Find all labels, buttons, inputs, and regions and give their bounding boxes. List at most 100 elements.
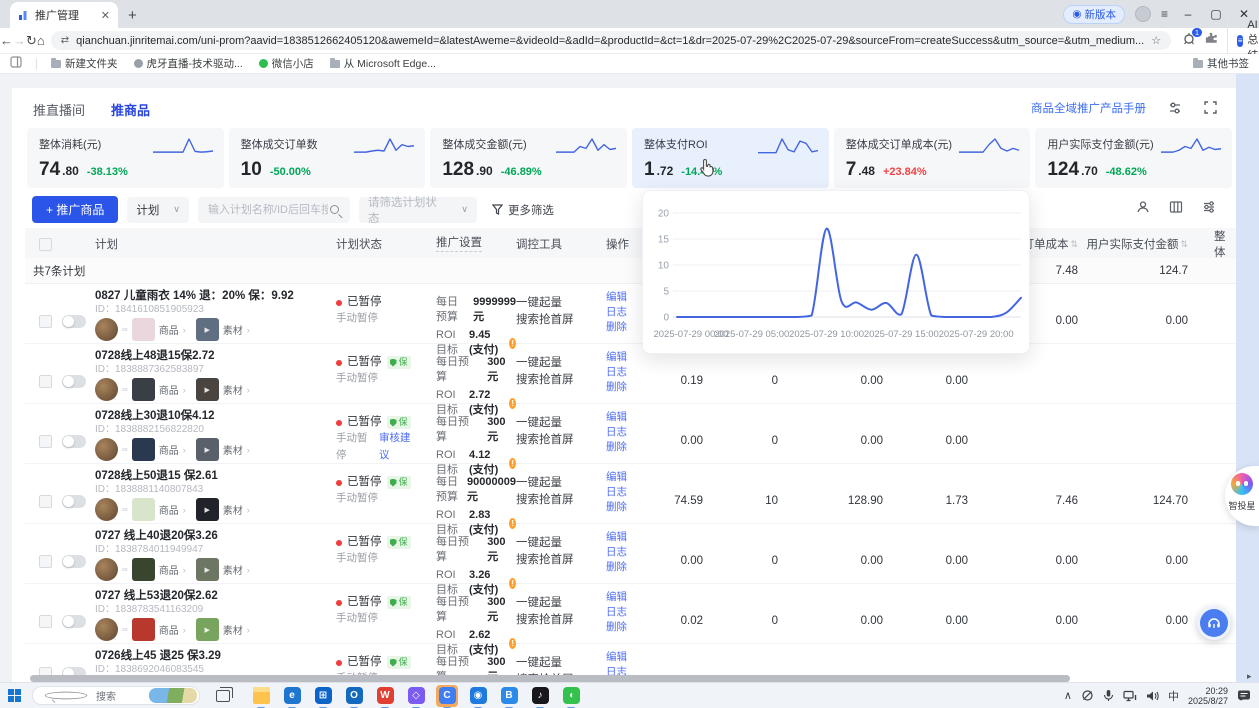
dev-tool-taskbar-icon[interactable]: B: [498, 685, 520, 707]
edit-link[interactable]: 编辑: [606, 590, 644, 605]
one-key-boost-link[interactable]: 一键起量: [516, 475, 596, 492]
columns-icon[interactable]: [1169, 200, 1183, 214]
search-top-screen-link[interactable]: 搜索抢首屏: [516, 492, 596, 509]
search-icon[interactable]: [330, 205, 339, 214]
horizontal-scrollbar-thumb[interactable]: [30, 675, 1070, 682]
delete-link[interactable]: 删除: [606, 620, 644, 635]
extensions-puzzle-icon[interactable]: [1205, 32, 1218, 50]
material-label[interactable]: 素材: [223, 382, 243, 397]
delete-link[interactable]: 删除: [606, 500, 644, 515]
new-tab-button[interactable]: +: [128, 7, 137, 24]
microphone-icon[interactable]: [1103, 689, 1114, 702]
product-thumbnail[interactable]: [132, 558, 155, 581]
material-label[interactable]: 素材: [223, 442, 243, 457]
new-version-badge[interactable]: ◉新版本: [1063, 5, 1125, 24]
material-label[interactable]: 素材: [223, 322, 243, 337]
one-key-boost-link[interactable]: 一键起量: [516, 295, 596, 312]
account-avatar[interactable]: [95, 498, 118, 521]
custom-user-column-icon[interactable]: [1136, 200, 1150, 214]
product-label[interactable]: 商品: [159, 322, 179, 337]
bookmark-item[interactable]: 微信小店: [259, 56, 314, 71]
plan-name[interactable]: 0726线上45 退25 保3.29: [95, 649, 312, 663]
plan-search-input[interactable]: [206, 203, 330, 217]
plan-enable-toggle[interactable]: [62, 375, 86, 388]
plan-name[interactable]: 0728线上30退10保4.12: [95, 409, 312, 423]
row-checkbox[interactable]: [39, 315, 52, 328]
settings-sliders-icon[interactable]: [1168, 101, 1182, 115]
browser-menu-icon[interactable]: ≡: [1161, 7, 1169, 21]
product-thumbnail[interactable]: [132, 438, 155, 461]
material-thumbnail[interactable]: ▶: [196, 378, 219, 401]
plan-name[interactable]: 0727 线上53退20保2.62: [95, 589, 312, 603]
product-thumbnail[interactable]: [132, 618, 155, 641]
metric-card-4[interactable]: 整体成交订单成本(元)7.48+23.84%: [834, 128, 1031, 188]
side-panel-icon[interactable]: [10, 55, 22, 73]
log-link[interactable]: 日志: [606, 305, 644, 320]
edit-link[interactable]: 编辑: [606, 290, 644, 305]
metric-card-1[interactable]: 整体成交订单数10-50.00%: [229, 128, 426, 188]
row-checkbox[interactable]: [39, 615, 52, 628]
plan-enable-toggle[interactable]: [62, 315, 86, 328]
material-label[interactable]: 素材: [223, 622, 243, 637]
app-purple-taskbar-icon[interactable]: ◇: [405, 685, 427, 707]
account-avatar[interactable]: [95, 558, 118, 581]
start-button[interactable]: [8, 689, 22, 703]
header-metric-5[interactable]: 用户实际支付金额⇅: [1084, 236, 1194, 252]
file-explorer-taskbar-icon[interactable]: [250, 685, 272, 707]
log-link[interactable]: 日志: [606, 365, 644, 380]
search-top-screen-link[interactable]: 搜索抢首屏: [516, 432, 596, 449]
active-browser-taskbar-icon[interactable]: C: [436, 685, 458, 707]
row-checkbox[interactable]: [39, 375, 52, 388]
plan-name[interactable]: 0728线上50退15 保2.61: [95, 469, 312, 483]
row-checkbox[interactable]: [39, 555, 52, 568]
outlook-taskbar-icon[interactable]: O: [343, 685, 365, 707]
help-floating-button[interactable]: [1197, 606, 1231, 640]
tray-expand-icon[interactable]: ∧: [1064, 689, 1072, 702]
table-settings-icon[interactable]: [1202, 200, 1216, 214]
product-thumbnail[interactable]: [132, 498, 155, 521]
delete-link[interactable]: 删除: [606, 380, 644, 395]
one-key-boost-link[interactable]: 一键起量: [516, 595, 596, 612]
material-label[interactable]: 素材: [223, 562, 243, 577]
browser-tab[interactable]: 推广管理 ✕: [10, 2, 118, 28]
delete-link[interactable]: 删除: [606, 320, 644, 335]
scroll-right-arrow-icon[interactable]: ▸: [1247, 671, 1252, 682]
more-filters-button[interactable]: 更多筛选: [492, 202, 554, 218]
product-thumbnail[interactable]: [132, 378, 155, 401]
promote-product-button[interactable]: + 推广商品: [32, 196, 118, 223]
metric-card-2[interactable]: 整体成交金额(元)128.90-46.89%: [430, 128, 627, 188]
plan-name[interactable]: 0727 线上40退20保3.26: [95, 529, 312, 543]
edge-browser-taskbar-icon[interactable]: e: [281, 685, 303, 707]
select-all-checkbox[interactable]: [39, 238, 52, 251]
search-top-screen-link[interactable]: 搜索抢首屏: [516, 612, 596, 629]
material-thumbnail[interactable]: ▶: [196, 558, 219, 581]
browser-avatar[interactable]: [1135, 6, 1151, 22]
search-top-screen-link[interactable]: 搜索抢首屏: [516, 312, 596, 329]
page-tab-live-room[interactable]: 推直播间: [33, 100, 85, 119]
microsoft-store-taskbar-icon[interactable]: ⊞: [312, 685, 334, 707]
row-checkbox[interactable]: [39, 495, 52, 508]
review-suggestion-link[interactable]: 审核建议: [379, 430, 416, 464]
one-key-boost-link[interactable]: 一键起量: [516, 415, 596, 432]
one-key-boost-link[interactable]: 一键起量: [516, 355, 596, 372]
wps-office-taskbar-icon[interactable]: W: [374, 685, 396, 707]
taskbar-search[interactable]: 搜索: [32, 686, 200, 705]
bookmark-item[interactable]: 虎牙直播-技术驱动...: [134, 56, 243, 71]
app-blue-dot-taskbar-icon[interactable]: ◉: [467, 685, 489, 707]
product-label[interactable]: 商品: [159, 622, 179, 637]
bookmark-star-icon[interactable]: ☆: [1151, 34, 1161, 47]
edit-link[interactable]: 编辑: [606, 470, 644, 485]
product-thumbnail[interactable]: [132, 318, 155, 341]
plan-search-box[interactable]: [198, 197, 350, 223]
log-link[interactable]: 日志: [606, 605, 644, 620]
material-thumbnail[interactable]: ▶: [196, 438, 219, 461]
notification-center-icon[interactable]: [1237, 689, 1251, 702]
touchpad-off-icon[interactable]: [1081, 689, 1094, 702]
plan-status-select[interactable]: 请筛选计划状态∨: [359, 197, 477, 223]
product-label[interactable]: 商品: [159, 502, 179, 517]
plan-enable-toggle[interactable]: [62, 495, 86, 508]
network-icon[interactable]: [1123, 690, 1137, 702]
delete-link[interactable]: 删除: [606, 560, 644, 575]
plan-enable-toggle[interactable]: [62, 435, 86, 448]
site-settings-icon[interactable]: ⇄: [61, 35, 69, 46]
